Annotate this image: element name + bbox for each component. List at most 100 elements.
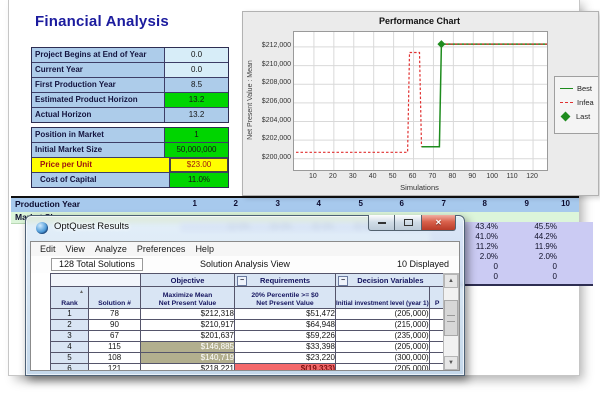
year-header: 10	[529, 199, 570, 208]
share-cell[interactable]: 45.5%	[500, 222, 557, 231]
requirement-cell[interactable]: $(19,333)	[235, 364, 336, 372]
requirement-cell[interactable]: $33,398	[235, 342, 336, 353]
share-cell[interactable]: 11.9%	[500, 242, 557, 251]
solution-cell[interactable]: 108	[89, 353, 141, 364]
y-tick-label: $210,000	[262, 61, 291, 68]
cell-value[interactable]: 13.2	[165, 108, 228, 122]
maximize-button[interactable]	[395, 215, 421, 231]
objective-cell[interactable]: $218,221	[141, 364, 235, 372]
solution-row[interactable]: 5 108 $140,719 $23,220 (300,000)	[51, 353, 446, 364]
view-mode-label: Solution Analysis View	[31, 259, 459, 269]
collapse-decision-button[interactable]: −	[338, 276, 348, 286]
y-tick-label: $204,000	[262, 117, 291, 124]
solution-row[interactable]: 1 78 $212,318 $51,472 (205,000)	[51, 309, 446, 320]
row-label: First Production Year	[32, 78, 165, 92]
minimize-button[interactable]	[368, 215, 395, 231]
cell-value[interactable]: 0.0	[165, 63, 228, 77]
best-line-swatch-icon	[560, 88, 573, 89]
rank-cell[interactable]: 3	[51, 331, 89, 342]
cell-value[interactable]: $23.00	[170, 158, 228, 172]
objective-column-header[interactable]: Maximize MeanNet Present Value	[141, 287, 235, 309]
y-tick-label: $200,000	[262, 154, 291, 161]
share-cell[interactable]: 12.0	[559, 242, 593, 251]
rank-cell[interactable]: 1	[51, 309, 89, 320]
menu-edit[interactable]: Edit	[35, 244, 61, 254]
share-cell[interactable]: 0	[500, 262, 557, 271]
share-cell[interactable]: 2.0	[559, 252, 593, 261]
objective-cell[interactable]: $210,917	[141, 320, 235, 331]
cell-value[interactable]: 11.0%	[170, 173, 228, 187]
requirement-cell[interactable]: $51,472	[235, 309, 336, 320]
close-button[interactable]: ✕	[421, 215, 456, 231]
cell-value[interactable]: 0.0	[165, 48, 228, 62]
solution-cell[interactable]: 115	[89, 342, 141, 353]
solution-cell[interactable]: 78	[89, 309, 141, 320]
scroll-up-icon[interactable]: ▲	[444, 274, 458, 288]
solution-row[interactable]: 6 121 $218,221 $(19,333) (205,000)	[51, 364, 446, 372]
objective-cell[interactable]: $140,719	[141, 353, 235, 364]
chart-title: Performance Chart	[293, 16, 546, 26]
menu-view[interactable]: View	[61, 244, 90, 254]
year-header: 1	[156, 199, 197, 208]
solution-cell[interactable]: 67	[89, 331, 141, 342]
menu-analyze[interactable]: Analyze	[90, 244, 132, 254]
cell-value[interactable]: 1	[165, 128, 228, 142]
cell-value[interactable]: 13.2	[165, 93, 228, 107]
decision-column-header[interactable]: Initial investment level (year 1)	[336, 287, 430, 309]
decision-cell[interactable]: (300,000)	[336, 353, 430, 364]
objective-cell[interactable]: $212,318	[141, 309, 235, 320]
solution-cell[interactable]: 90	[89, 320, 141, 331]
menu-bar: Edit View Analyze Preferences Help	[31, 242, 459, 257]
cell-value[interactable]: 50,000,000	[165, 143, 228, 157]
legend-item: Best	[555, 81, 599, 95]
x-tick-label: 120	[520, 173, 544, 180]
menu-preferences[interactable]: Preferences	[132, 244, 191, 254]
optquest-window: OptQuest Results ✕ Edit View Analyze Pre…	[25, 215, 465, 376]
chart-series-svg	[294, 32, 547, 170]
legend-label: Infea	[577, 98, 594, 107]
requirement-column-header[interactable]: 20% Percentile >= $0Net Present Value	[235, 287, 336, 309]
share-cell[interactable]: 47.6	[559, 232, 593, 241]
rank-cell[interactable]: 2	[51, 320, 89, 331]
share-cell[interactable]: 0	[500, 272, 557, 281]
solution-column-header[interactable]: Solution #	[89, 287, 141, 309]
page-title: Financial Analysis	[35, 13, 169, 30]
production-year-label: Production Year	[15, 199, 80, 209]
menu-help[interactable]: Help	[190, 244, 219, 254]
scrollbar-thumb[interactable]	[444, 300, 458, 336]
chart-plot-area	[293, 31, 548, 171]
decision-cell[interactable]: (235,000)	[336, 331, 430, 342]
assumptions-table: Project Begins at End of Year 0.0 Curren…	[31, 47, 229, 123]
share-cell[interactable]: 2.0%	[500, 252, 557, 261]
requirement-cell[interactable]: $59,226	[235, 331, 336, 342]
solution-row[interactable]: 2 90 $210,917 $64,948 (215,000)	[51, 320, 446, 331]
solution-row[interactable]: 3 67 $201,637 $59,226 (235,000)	[51, 331, 446, 342]
window-titlebar[interactable]: OptQuest Results ✕	[26, 216, 464, 241]
solution-cell[interactable]: 121	[89, 364, 141, 372]
rank-cell[interactable]: 6	[51, 364, 89, 372]
market-inputs-table: Position in Market 1 Initial Market Size…	[31, 127, 229, 188]
table-row: Current Year 0.0	[32, 63, 228, 78]
rank-cell[interactable]: 5	[51, 353, 89, 364]
requirement-cell[interactable]: $23,220	[235, 353, 336, 364]
solution-row[interactable]: 4 115 $146,885 $33,398 (205,000)	[51, 342, 446, 353]
decision-cell[interactable]: (205,000)	[336, 364, 430, 372]
rank-column-header[interactable]: ▲Rank	[51, 287, 89, 309]
y-tick-label: $206,000	[262, 98, 291, 105]
share-cell[interactable]: 49.1	[559, 222, 593, 231]
vertical-scrollbar[interactable]: ▲ ▼	[443, 273, 459, 371]
objective-cell[interactable]: $146,885	[141, 342, 235, 353]
share-cell[interactable]: 44.2%	[500, 232, 557, 241]
collapse-requirements-button[interactable]: −	[237, 276, 247, 286]
decision-cell[interactable]: (215,000)	[336, 320, 430, 331]
scroll-down-icon[interactable]: ▼	[444, 356, 458, 370]
infeasible-line-swatch-icon	[560, 102, 573, 103]
table-row: Estimated Product Horizon 13.2	[32, 93, 228, 108]
row-label: Estimated Product Horizon	[32, 93, 165, 107]
rank-cell[interactable]: 4	[51, 342, 89, 353]
cell-value[interactable]: 8.5	[165, 78, 228, 92]
requirement-cell[interactable]: $64,948	[235, 320, 336, 331]
decision-cell[interactable]: (205,000)	[336, 342, 430, 353]
objective-cell[interactable]: $201,637	[141, 331, 235, 342]
decision-cell[interactable]: (205,000)	[336, 309, 430, 320]
